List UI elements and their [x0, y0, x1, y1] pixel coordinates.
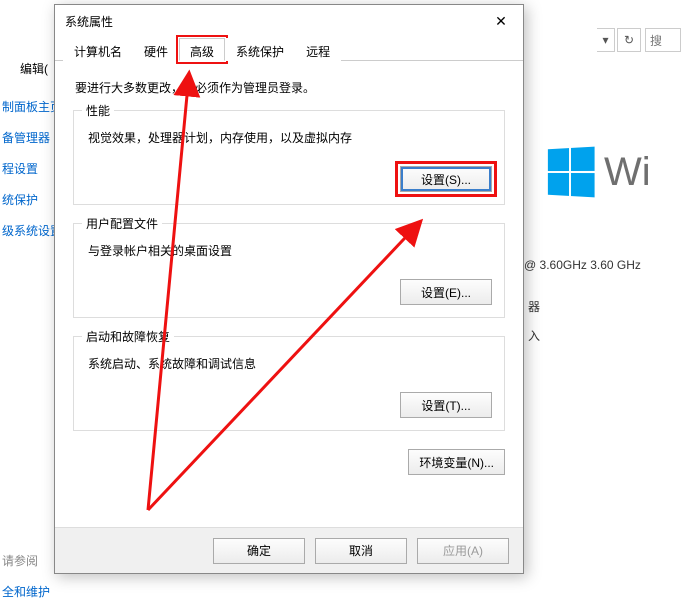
spec-label: 入 [528, 327, 540, 344]
group-legend: 性能 [82, 102, 114, 119]
group-desc: 系统启动、系统故障和调试信息 [88, 355, 492, 372]
sidebar-item[interactable]: 程设置 [2, 160, 52, 177]
group-desc: 视觉效果，处理器计划，内存使用，以及虚拟内存 [88, 129, 492, 146]
windows-brand-text: Wi [604, 150, 651, 195]
dialog-title: 系统属性 [65, 13, 479, 30]
dialog-titlebar[interactable]: 系统属性 ✕ [55, 5, 523, 37]
performance-settings-button[interactable]: 设置(S)... [400, 166, 492, 192]
tab-computer-name[interactable]: 计算机名 [63, 38, 133, 61]
tab-hardware[interactable]: 硬件 [133, 38, 179, 61]
cancel-button[interactable]: 取消 [315, 538, 407, 564]
close-icon: ✕ [495, 13, 507, 30]
environment-variables-button[interactable]: 环境变量(N)... [408, 449, 505, 475]
tab-system-protection[interactable]: 系统保护 [225, 38, 295, 61]
group-legend: 启动和故障恢复 [82, 328, 174, 345]
sidebar-heading: 请参阅 [2, 552, 50, 569]
tab-remote[interactable]: 远程 [295, 38, 341, 61]
system-properties-dialog: 系统属性 ✕ 计算机名 硬件 高级 系统保护 远程 要进行大多数更改，你必须作为… [54, 4, 524, 574]
windows-logo: Wi [546, 148, 651, 196]
search-input[interactable]: 搜 [645, 28, 681, 52]
admin-note: 要进行大多数更改，你必须作为管理员登录。 [75, 79, 505, 96]
apply-button[interactable]: 应用(A) [417, 538, 509, 564]
sidebar-item[interactable]: 全和维护 [2, 583, 50, 599]
group-desc: 与登录帐户相关的桌面设置 [88, 242, 492, 259]
tab-advanced[interactable]: 高级 [179, 38, 225, 61]
dialog-footer: 确定 取消 应用(A) [55, 527, 523, 573]
spec-label: 器 [528, 298, 540, 315]
refresh-button[interactable]: ↻ [617, 28, 641, 52]
startup-settings-button[interactable]: 设置(T)... [400, 392, 492, 418]
tab-strip: 计算机名 硬件 高级 系统保护 远程 [55, 37, 523, 61]
address-dropdown[interactable]: ▾ [597, 28, 615, 52]
group-performance: 性能 视觉效果，处理器计划，内存使用，以及虚拟内存 设置(S)... [73, 110, 505, 205]
cpu-info: @ 3.60GHz 3.60 GHz [524, 258, 641, 272]
sidebar-item[interactable]: 备管理器 [2, 129, 52, 146]
ok-button[interactable]: 确定 [213, 538, 305, 564]
sidebar-item[interactable]: 级系统设置 [2, 222, 52, 239]
edit-menu[interactable]: 编辑( [20, 60, 48, 77]
close-button[interactable]: ✕ [479, 5, 523, 37]
profiles-settings-button[interactable]: 设置(E)... [400, 279, 492, 305]
group-startup-recovery: 启动和故障恢复 系统启动、系统故障和调试信息 设置(T)... [73, 336, 505, 431]
refresh-icon: ↻ [624, 33, 634, 47]
sidebar-item[interactable]: 统保护 [2, 191, 52, 208]
group-legend: 用户配置文件 [82, 215, 162, 232]
sidebar-item[interactable]: 制面板主页 [2, 98, 52, 115]
group-user-profiles: 用户配置文件 与登录帐户相关的桌面设置 设置(E)... [73, 223, 505, 318]
